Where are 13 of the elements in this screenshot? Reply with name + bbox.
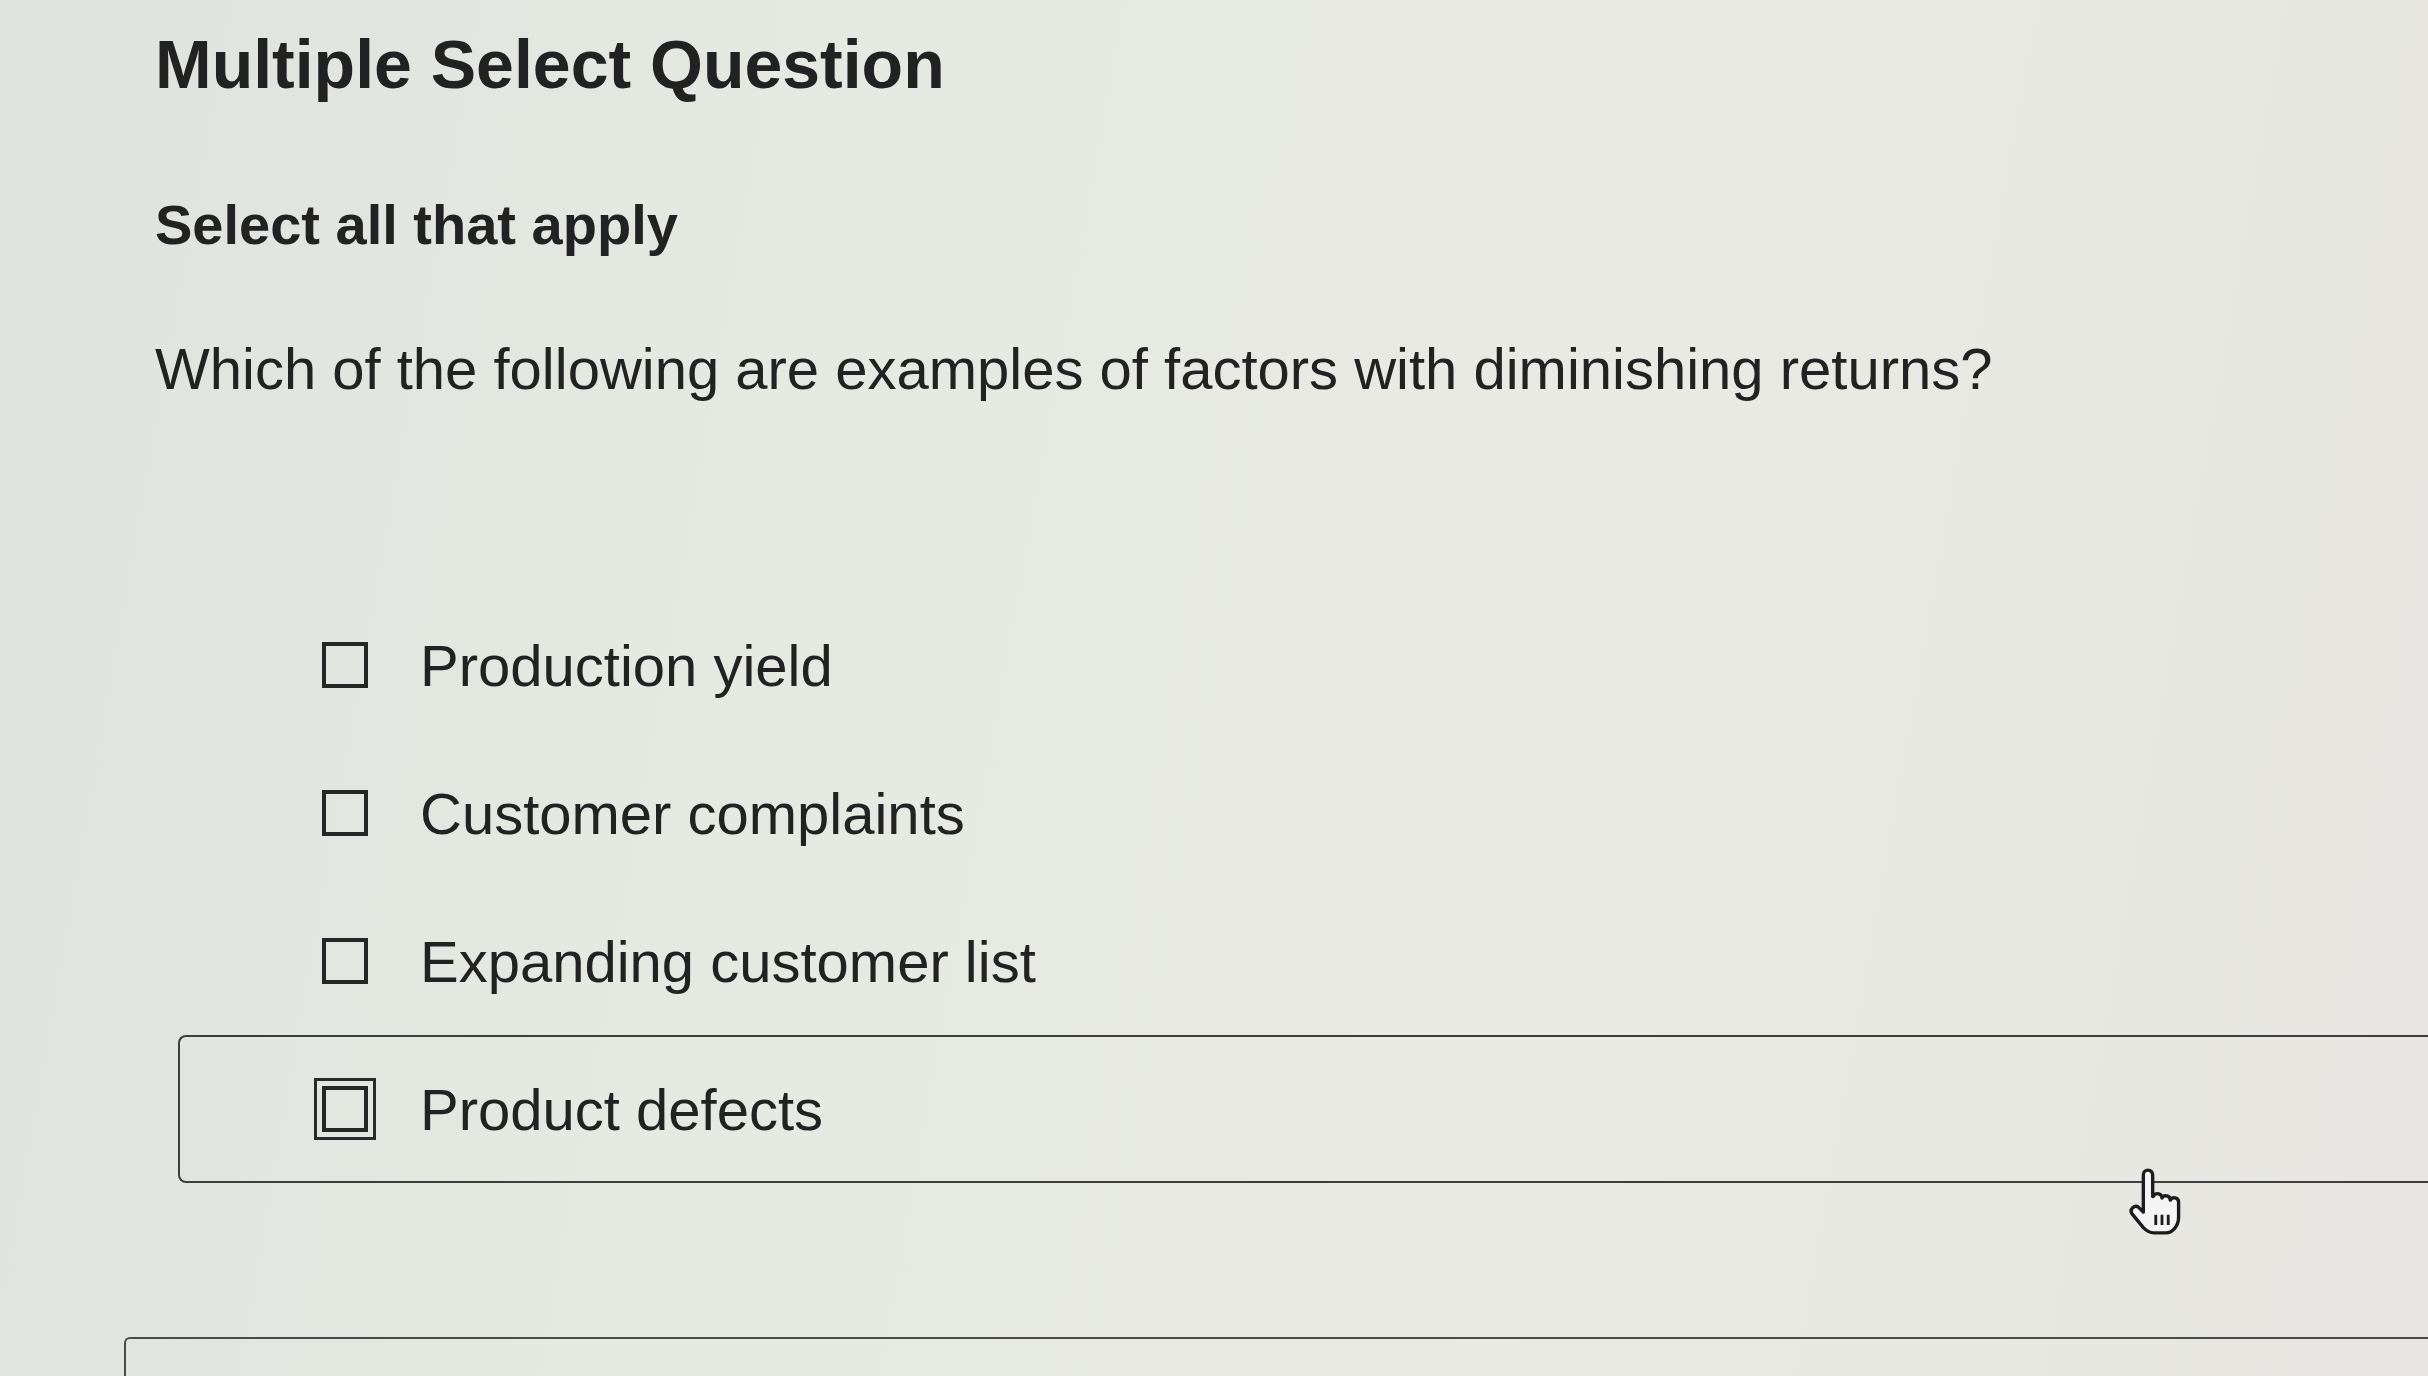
option-label[interactable]: Product defects (420, 1074, 823, 1145)
checkbox[interactable] (322, 642, 368, 689)
instruction-text: Select all that apply (155, 191, 678, 258)
question-type-title: Multiple Select Question (155, 25, 945, 104)
option-label[interactable]: Expanding customer list (420, 926, 1036, 997)
pointer-hand-icon (2129, 1168, 2181, 1238)
option-highlight[interactable]: Product defects (178, 1035, 2428, 1184)
checkbox[interactable] (314, 1078, 376, 1141)
option-label[interactable]: Customer complaints (420, 778, 965, 849)
checkbox[interactable] (322, 938, 368, 985)
question-text: Which of the following are examples of factors with diminishing returns? (155, 334, 1993, 403)
checkbox[interactable] (322, 790, 368, 837)
option-label[interactable]: Production yield (420, 630, 833, 701)
